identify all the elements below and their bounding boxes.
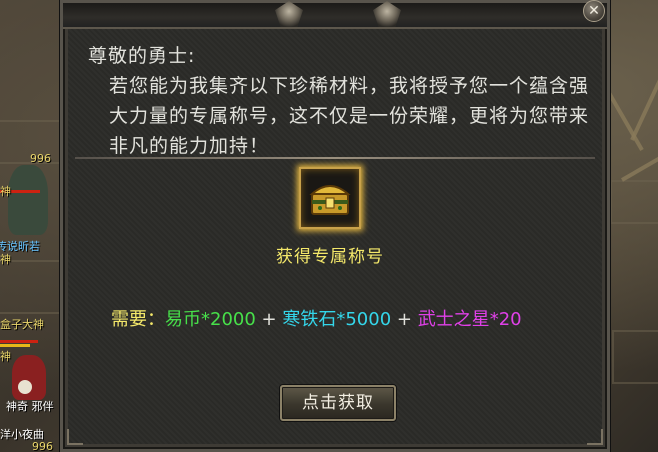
plus-separator: +	[255, 309, 283, 330]
material-qty: *2000	[201, 309, 256, 330]
floor-tile	[610, 180, 658, 224]
player-name: 996	[32, 440, 53, 452]
player-name: 盒子大神	[0, 318, 44, 331]
treasure-chest-icon	[309, 185, 351, 215]
dialog-greeting: 尊敬的勇士:	[88, 45, 196, 67]
dialog-body-text: 若您能为我集齐以下珍稀材料，我将授予您一个蕴含强大力量的专属称号，这不仅是一份荣…	[109, 75, 590, 157]
frame-corner	[67, 429, 83, 445]
player-name: 996	[30, 152, 51, 165]
claim-button[interactable]: 点击获取	[280, 385, 396, 421]
material-qty: *20	[489, 309, 522, 330]
reward-label: 获得专属称号	[276, 247, 384, 267]
material-name: 易币	[165, 309, 201, 330]
material-name: 寒铁石	[282, 309, 337, 330]
close-icon[interactable]: ✕	[583, 0, 605, 22]
requirement-label: 需要：	[111, 309, 165, 330]
frame-corner	[587, 429, 603, 445]
mp-bar	[0, 344, 30, 347]
floor-tile	[612, 330, 658, 384]
dialog-top-frame	[63, 1, 607, 29]
dead-tree	[630, 30, 658, 141]
plus-separator: +	[391, 309, 418, 330]
player-head	[18, 380, 32, 394]
divider	[75, 157, 595, 159]
reward-item-slot[interactable]	[299, 167, 361, 229]
player-tag: 神	[0, 253, 11, 266]
material-name: 武士之星	[417, 309, 490, 330]
player-name: 神奇 邪伴	[6, 400, 54, 413]
player-character[interactable]	[12, 355, 46, 400]
hp-bar	[0, 340, 38, 343]
player-tag: 神	[0, 185, 11, 198]
npc-dialog-panel: 尊敬的勇士: 若您能为我集齐以下珍稀材料，我将授予您一个蕴含强大力量的专属称号，…	[60, 0, 610, 452]
frame-ornament	[373, 1, 401, 27]
frame-ornament	[275, 1, 303, 27]
requirement-line: 需要：易币*2000 + 寒铁石*5000 + 武士之星*20	[111, 305, 522, 331]
material-qty: *5000	[336, 309, 392, 330]
player-tag: 神	[0, 350, 11, 363]
player-character[interactable]	[8, 165, 48, 235]
floor-tile	[0, 260, 64, 314]
